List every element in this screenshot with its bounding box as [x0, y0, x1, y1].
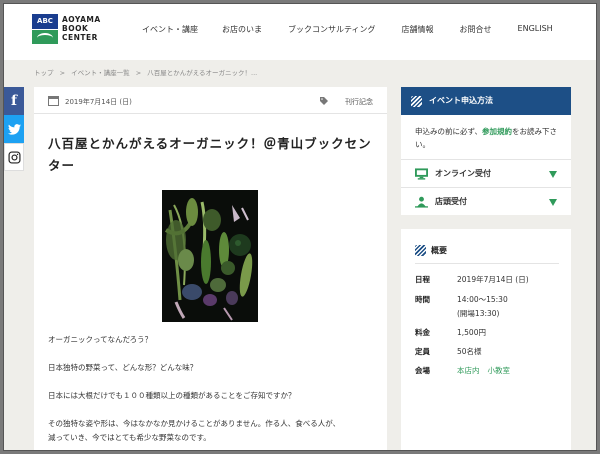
- nav-events[interactable]: イベント・講座: [142, 24, 198, 40]
- twitter-bird-glyph: [7, 123, 21, 135]
- page-frame: ABC AOYAMA BOOK CENTER イベント・講座 お店のいま ブック…: [3, 3, 597, 451]
- logo-badge: ABC: [32, 14, 58, 44]
- store-reception-label: 店頭受付: [435, 197, 467, 206]
- main-nav: イベント・講座 お店のいま ブックコンサルティング 店舗情報 お問合せ ENGL…: [142, 24, 579, 40]
- capacity-value: 50名様: [457, 347, 482, 356]
- fee-value: 1,500円: [457, 328, 486, 337]
- stripes-icon: [415, 245, 426, 256]
- apply-heading: イベント申込方法: [401, 87, 571, 115]
- online-reception-row[interactable]: オンライン受付: [401, 159, 571, 187]
- apply-note: 申込みの前に必ず、参加規約をお読み下さい。: [415, 125, 563, 151]
- venue-link-main-store[interactable]: 本店内: [457, 366, 480, 375]
- logo-badge-text: ABC: [32, 14, 58, 29]
- article-paragraph: 日本独特の野菜って、どんな形？どんな味？: [48, 363, 198, 372]
- social-share-bar: f: [4, 87, 24, 171]
- stripes-icon: [411, 96, 422, 107]
- nav-store-now[interactable]: お店のいま: [222, 24, 262, 40]
- article-paragraph: オーガニックってなんだろう？: [48, 335, 153, 344]
- online-reception-label: オンライン受付: [435, 169, 491, 178]
- vegetables-photo: [162, 190, 258, 322]
- logo-line: CENTER: [62, 33, 98, 42]
- twitter-icon[interactable]: [4, 115, 24, 143]
- site-header: ABC AOYAMA BOOK CENTER イベント・講座 お店のいま ブック…: [4, 4, 596, 60]
- event-date: 2019年7月14日 (日): [65, 98, 132, 106]
- chevron-down-icon[interactable]: [549, 171, 557, 178]
- breadcrumb-separator: >: [135, 69, 142, 77]
- article-paragraph: 減っていき、今ではとても希少な野菜なのです。: [48, 433, 211, 442]
- computer-icon: [415, 168, 428, 180]
- time-label: 時間: [415, 295, 430, 304]
- calendar-icon: [48, 96, 59, 106]
- article-paragraph: その独特な姿や形は、今はなかなか見かけることがありません。作る人、食べる人が、: [48, 419, 341, 428]
- logo-line: AOYAMA: [62, 15, 101, 24]
- breadcrumb-events[interactable]: イベント・講座一覧: [71, 69, 130, 77]
- overview-divider: [415, 263, 559, 264]
- logo-line: BOOK: [62, 24, 89, 33]
- vegetables-illustration: [162, 190, 258, 322]
- instagram-glyph: [7, 150, 21, 164]
- person-icon: [415, 196, 428, 208]
- article-meta: 2019年7月14日 (日) 刊行記念: [48, 95, 373, 109]
- nav-store-info[interactable]: 店舗情報: [402, 24, 434, 40]
- event-overview-panel: 概要 日程 2019年7月14日 (日) 時間 14:00～15:30 (開場1…: [401, 229, 571, 450]
- venue-value: 本店内 小教室: [457, 365, 518, 376]
- breadcrumb: トップ > イベント・講座一覧 > 八百屋とかんがえるオーガニック！...: [34, 67, 261, 77]
- nav-english[interactable]: ENGLISH: [518, 24, 553, 40]
- tag-icon: [320, 97, 328, 105]
- breadcrumb-separator: >: [59, 69, 66, 77]
- fee-label: 料金: [415, 328, 430, 337]
- overview-heading: 概要: [431, 246, 447, 255]
- venue-link-small-classroom[interactable]: 小教室: [488, 366, 511, 375]
- site-logo[interactable]: ABC AOYAMA BOOK CENTER: [32, 14, 122, 50]
- schedule-label: 日程: [415, 275, 430, 284]
- capacity-label: 定員: [415, 347, 430, 356]
- apply-heading-text: イベント申込方法: [429, 96, 493, 105]
- breadcrumb-home[interactable]: トップ: [34, 69, 54, 77]
- store-reception-row[interactable]: 店頭受付: [401, 187, 571, 215]
- breadcrumb-current: 八百屋とかんがえるオーガニック！...: [147, 69, 258, 77]
- facebook-icon[interactable]: f: [4, 87, 24, 115]
- article-paragraph: 日本には大根だけでも１００種類以上の種類があることをご存知ですか？: [48, 391, 296, 400]
- time-value: 14:00～15:30: [457, 295, 508, 304]
- category-tag[interactable]: 刊行記念: [345, 97, 373, 107]
- article-title: 八百屋とかんがえるオーガニック！＠青山ブックセンター: [48, 136, 372, 173]
- meta-divider: [34, 113, 387, 114]
- doors-open-value: (開場13:30): [457, 309, 500, 318]
- event-article: 2019年7月14日 (日) 刊行記念 八百屋とかんがえるオーガニック！＠青山ブ…: [34, 87, 387, 450]
- chevron-down-icon[interactable]: [549, 199, 557, 206]
- instagram-icon[interactable]: [4, 143, 24, 171]
- schedule-value: 2019年7月14日 (日): [457, 275, 529, 284]
- nav-book-consulting[interactable]: ブックコンサルティング: [288, 24, 376, 40]
- book-icon: [32, 30, 58, 44]
- nav-contact[interactable]: お問合せ: [460, 24, 492, 40]
- event-apply-panel: イベント申込方法 申込みの前に必ず、参加規約をお読み下さい。 オンライン受付 店…: [401, 87, 571, 215]
- apply-note-text: 申込みの前に必ず、: [415, 127, 482, 136]
- logo-wordmark: AOYAMA BOOK CENTER: [62, 15, 101, 42]
- venue-label: 会場: [415, 366, 430, 375]
- terms-link[interactable]: 参加規約: [482, 127, 512, 136]
